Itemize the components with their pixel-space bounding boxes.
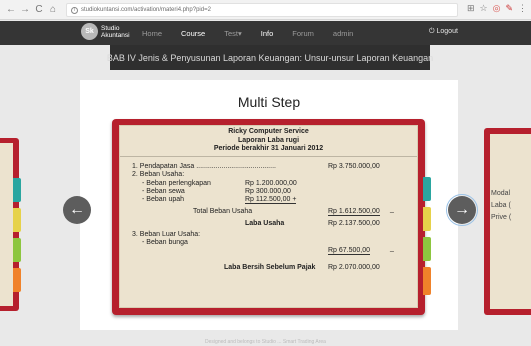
step-tab-yellow[interactable] bbox=[423, 207, 431, 231]
translate-icon[interactable]: ⊞ bbox=[467, 3, 475, 14]
divider bbox=[120, 156, 417, 157]
arrow-right-icon: → bbox=[454, 201, 470, 218]
report-name: Laporan Laba rugi bbox=[237, 136, 300, 144]
logo-icon: Sk bbox=[81, 23, 98, 40]
beban-bunga-value: Rp 67.500,00 bbox=[328, 247, 371, 255]
chapter-banner: BAB IV Jenis & Penyusunan Laporan Keuang… bbox=[107, 45, 433, 70]
beban-item-label: - Beban sewa bbox=[142, 188, 185, 195]
menu-item-forum[interactable]: Forum bbox=[292, 29, 314, 38]
home-icon[interactable]: ⌂ bbox=[47, 3, 59, 17]
beban-item-label: - Beban perlengkapan bbox=[142, 180, 211, 187]
next-arrow-button[interactable]: → bbox=[446, 194, 478, 226]
total-beban-label: Total Beban Usaha bbox=[193, 208, 253, 215]
forward-icon[interactable]: → bbox=[19, 3, 31, 17]
beban-item-value: Rp 112.500,00 + bbox=[245, 196, 297, 204]
step-tab-teal[interactable] bbox=[423, 177, 431, 201]
pendapatan-label: 1. Pendapatan Jasa .....................… bbox=[132, 163, 276, 170]
income-statement: Ricky Computer Service Laporan Laba rugi… bbox=[119, 125, 418, 308]
site-logo[interactable]: Sk Studio Akuntansi bbox=[81, 23, 130, 40]
step-tab-orange[interactable] bbox=[423, 267, 431, 295]
card-tab bbox=[13, 238, 21, 262]
menu-item-info[interactable]: Info bbox=[261, 29, 274, 38]
next-card-line3: Prive ( bbox=[491, 214, 512, 221]
site-footer: Designed and belongs to Studio ... Smart… bbox=[205, 339, 326, 345]
address-bar[interactable]: i studiokuntansi.com/activation/materi4.… bbox=[66, 3, 458, 17]
bookmark-star-icon[interactable]: ☆ bbox=[480, 3, 488, 14]
report-period: Periode berakhir 31 Januari 2012 bbox=[213, 145, 324, 152]
menu-item-course[interactable]: Course bbox=[181, 29, 205, 38]
logo-line2: Akuntansi bbox=[101, 31, 130, 39]
pen-icon[interactable]: ✎ bbox=[505, 3, 513, 14]
menu-item-test[interactable]: Test▾ bbox=[224, 29, 242, 38]
laba-bersih-value: Rp 2.070.000,00 bbox=[328, 264, 380, 271]
next-card[interactable]: Modal Laba ( Prive ( bbox=[484, 128, 531, 315]
next-card-line2: Laba ( bbox=[491, 202, 511, 209]
logout-link[interactable]: ⏻ Logout bbox=[429, 28, 458, 36]
menu-item-home[interactable]: Home bbox=[142, 29, 162, 38]
laba-bersih-label: Laba Bersih Sebelum Pajak bbox=[224, 264, 316, 271]
beban-item-label: - Beban upah bbox=[142, 196, 185, 203]
previous-card[interactable] bbox=[0, 138, 21, 311]
back-icon[interactable]: ← bbox=[5, 3, 17, 17]
browser-toolbar: ← → C ⌂ i studiokuntansi.com/activation/… bbox=[0, 0, 531, 20]
beban-item-value: Rp 300.000,00 bbox=[245, 188, 291, 195]
minus-sign: _ bbox=[390, 206, 394, 213]
prev-arrow-button[interactable]: ← bbox=[63, 196, 91, 224]
statement-card: Ricky Computer Service Laporan Laba rugi… bbox=[112, 119, 431, 315]
next-card-line1: Modal bbox=[491, 190, 511, 197]
logout-label: Logout bbox=[436, 28, 458, 35]
page-title: Multi Step bbox=[237, 94, 301, 110]
site-navbar: Sk Studio Akuntansi Home Course Test▾ In… bbox=[0, 21, 531, 45]
company-name: Ricky Computer Service bbox=[228, 128, 309, 135]
menu-item-admin[interactable]: admin bbox=[333, 29, 353, 38]
minus-sign: _ bbox=[390, 245, 394, 252]
beban-bunga-label: - Beban bunga bbox=[142, 239, 188, 246]
beban-luar-label: 3. Beban Luar Usaha: bbox=[132, 231, 201, 238]
info-icon[interactable]: i bbox=[71, 6, 78, 14]
extension-icon[interactable]: ◎ bbox=[493, 3, 501, 14]
step-tab-green[interactable] bbox=[423, 237, 431, 261]
power-icon: ⏻ bbox=[429, 28, 435, 35]
menu-dots-icon[interactable]: ⋮ bbox=[518, 3, 527, 14]
beban-usaha-label: 2. Beban Usaha: bbox=[132, 171, 185, 178]
reload-icon[interactable]: C bbox=[33, 3, 45, 17]
total-beban-value: Rp 1.612.500,00 bbox=[328, 208, 380, 216]
logo-line1: Studio bbox=[101, 24, 120, 32]
pendapatan-value: Rp 3.750.000,00 bbox=[328, 163, 380, 170]
card-tab bbox=[13, 268, 21, 292]
card-tab bbox=[13, 178, 21, 202]
card-tab bbox=[13, 208, 21, 232]
laba-usaha-value: Rp 2.137.500,00 bbox=[328, 220, 380, 227]
url-text: studiokuntansi.com/activation/materi4.ph… bbox=[81, 7, 211, 13]
laba-usaha-label: Laba Usaha bbox=[245, 220, 285, 227]
beban-item-value: Rp 1.200.000,00 bbox=[245, 180, 297, 187]
statement-header: Ricky Computer Service Laporan Laba rugi… bbox=[120, 128, 417, 154]
main-menu: Home Course Test▾ Info Forum admin bbox=[142, 21, 372, 45]
arrow-left-icon: ← bbox=[69, 201, 85, 218]
